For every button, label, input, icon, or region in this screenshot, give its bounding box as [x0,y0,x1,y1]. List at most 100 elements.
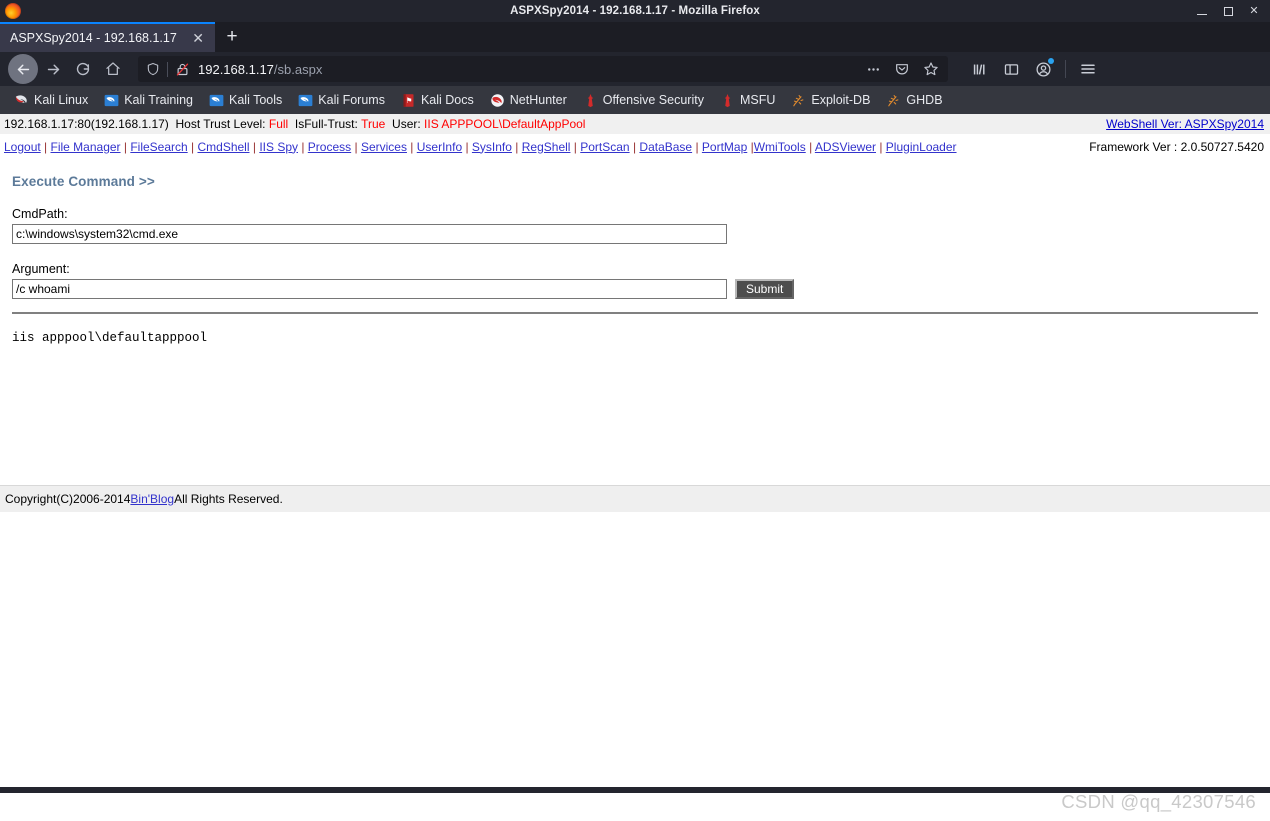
shell-menu-item-portscan[interactable]: PortScan [580,140,629,154]
footer-copyright-suffix: All Rights Reserved. [174,492,283,506]
bookmark-label: NetHunter [509,93,567,107]
bookmark-label: Kali Tools [229,93,283,107]
menu-separator: | [249,139,260,154]
home-button-icon[interactable] [98,54,128,84]
menu-separator: | [511,139,522,154]
submit-button[interactable]: Submit [735,279,795,299]
shell-menu-item-regshell[interactable]: RegShell [522,140,571,154]
shell-menu-item-logout[interactable]: Logout [4,140,41,154]
page-title: Execute Command >> [12,174,155,189]
bookmark-label: Kali Docs [420,93,474,107]
firefox-logo-icon [5,3,21,19]
sidebar-icon[interactable] [996,55,1026,83]
new-tab-button[interactable]: + [215,22,249,52]
menu-separator: | [187,139,198,154]
bookmark-label: Kali Training [124,93,193,107]
ghdb-icon [886,93,901,108]
close-button[interactable]: ✕ [1248,5,1260,17]
page-actions-icon[interactable] [860,57,886,81]
shell-menu-links: Logout | File Manager | FileSearch | Cmd… [4,140,1089,154]
url-host: 192.168.1.17 [198,61,274,77]
reload-button-icon[interactable] [68,54,98,84]
shell-menu-item-process[interactable]: Process [308,140,351,154]
framework-version: Framework Ver : 2.0.50727.5420 [1089,139,1264,154]
shell-menu-item-services[interactable]: Services [361,140,407,154]
minimize-button[interactable] [1196,5,1208,17]
webshell-version-link[interactable]: WebShell Ver: ASPXSpy2014 [1106,117,1264,131]
cmdpath-label: CmdPath: [12,207,68,221]
pocket-save-icon[interactable] [889,57,915,81]
menu-separator: | [692,139,702,154]
isfulltrust-value: True [361,117,386,131]
shell-menu-item-pluginloader[interactable]: PluginLoader [886,140,957,154]
shell-menu-item-file-manager[interactable]: File Manager [51,140,121,154]
bookmark-kali-training[interactable]: Kali Training [96,86,201,114]
user-label: User: [392,117,421,131]
kali-dragon-icon [14,93,29,108]
bookmark-label: Kali Forums [318,93,385,107]
menu-separator: | [298,139,308,154]
argument-input[interactable] [12,279,727,299]
insecure-connection-lock-icon[interactable] [175,62,190,77]
tracking-protection-shield-icon[interactable] [146,62,160,76]
shell-menu-item-filesearch[interactable]: FileSearch [130,140,187,154]
tab-strip: ASPXSpy2014 - 192.168.1.17 ✕ + [0,22,1270,52]
window-titlebar: ASPXSpy2014 - 192.168.1.17 - Mozilla Fir… [0,0,1270,22]
bookmark-star-icon[interactable] [918,57,944,81]
shell-menu-item-iis-spy[interactable]: IIS Spy [259,140,298,154]
offsec-icon [720,93,735,108]
page-content: 192.168.1.17:80(192.168.1.17) Host Trust… [0,114,1270,821]
argument-row: Submit [12,279,1258,299]
kali-dragon-blue-icon [104,93,119,108]
svg-text:⚑: ⚑ [406,96,413,105]
bookmark-msfu[interactable]: MSFU [712,86,783,114]
shell-menu-item-userinfo[interactable]: UserInfo [417,140,462,154]
bookmark-ghdb[interactable]: GHDB [878,86,950,114]
tab-close-icon[interactable]: ✕ [189,31,207,45]
nethunter-icon [490,93,505,108]
toolbar-divider [1065,60,1066,78]
shell-menu-item-database[interactable]: DataBase [639,140,692,154]
forward-button-icon[interactable] [38,54,68,84]
toolbar-right-actions [960,55,1103,83]
bookmark-offensive-security[interactable]: Offensive Security [575,86,712,114]
bookmark-kali-forums[interactable]: Kali Forums [290,86,393,114]
tab-aspxspy2014[interactable]: ASPXSpy2014 - 192.168.1.17 ✕ [0,22,215,52]
menu-separator: | [462,139,472,154]
content-divider [12,312,1258,314]
app-menu-icon[interactable] [1073,55,1103,83]
shell-menu-item-adsviewer[interactable]: ADSViewer [815,140,876,154]
shell-menu-item-cmdshell[interactable]: CmdShell [197,140,249,154]
exploit-db-icon [791,93,806,108]
menu-separator: | [406,139,417,154]
cmdpath-input[interactable] [12,224,727,244]
account-icon[interactable] [1028,55,1058,83]
csdn-watermark: CSDN @qq_42307546 [1061,791,1256,812]
url-path: /sb.aspx [273,61,323,77]
bookmark-kali-docs[interactable]: ⚑ Kali Docs [393,86,482,114]
maximize-button[interactable] [1222,5,1234,17]
shell-menu-item-sysinfo[interactable]: SysInfo [472,140,512,154]
footer-copyright-prefix: Copyright(C)2006-2014 [5,492,131,506]
library-icon[interactable] [964,55,994,83]
shell-info-left: 192.168.1.17:80(192.168.1.17) Host Trust… [4,117,1106,131]
bookmark-kali-linux[interactable]: Kali Linux [6,86,96,114]
command-output: iis apppool\defaultapppool [12,331,208,345]
menu-separator: | [120,139,131,154]
footer-blog-link[interactable]: Bin'Blog [130,492,174,506]
url-text[interactable]: 192.168.1.17/sb.aspx [198,62,860,77]
back-button-icon[interactable] [8,54,38,84]
trust-level-value: Full [268,117,289,131]
shell-menu-item-wmitools[interactable]: WmiTools [754,140,806,154]
tab-title: ASPXSpy2014 - 192.168.1.17 [10,31,177,45]
menu-separator: | [40,139,51,154]
bookmark-kali-tools[interactable]: Kali Tools [201,86,290,114]
shell-menu-item-portmap[interactable]: PortMap [702,140,747,154]
url-bar[interactable]: 192.168.1.17/sb.aspx [138,56,948,82]
window-title: ASPXSpy2014 - 192.168.1.17 - Mozilla Fir… [510,5,760,17]
bookmark-label: Offensive Security [602,93,704,107]
bookmark-exploit-db[interactable]: Exploit-DB [783,86,878,114]
bookmark-nethunter[interactable]: NetHunter [482,86,575,114]
menu-separator: | [629,139,640,154]
bookmark-label: Kali Linux [34,93,89,107]
